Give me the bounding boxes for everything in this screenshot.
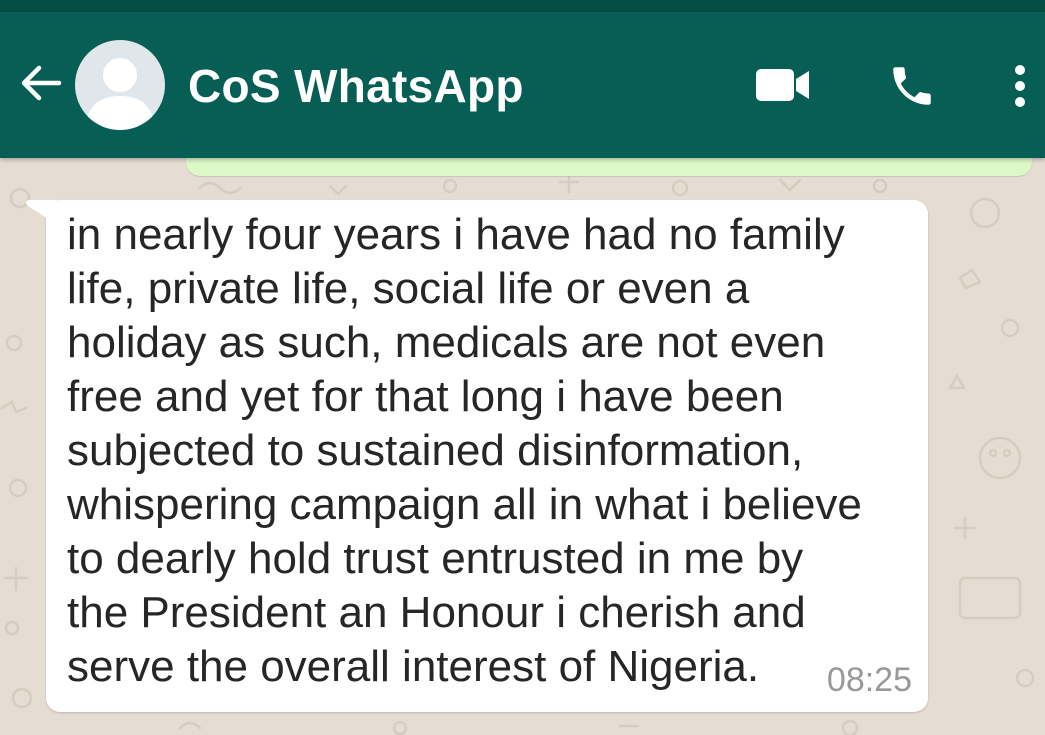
three-dot-menu-icon [1015,65,1025,107]
back-arrow-icon [21,65,62,101]
back-button[interactable] [14,56,68,110]
message-timestamp: 08:25 [826,661,912,699]
more-options-button[interactable] [998,56,1042,116]
phone-icon [893,67,931,105]
video-camera-icon [756,69,809,101]
chat-title[interactable]: CoS WhatsApp [188,60,524,112]
chat-area[interactable]: in nearly four years i have had no famil… [0,158,1045,735]
bubble-tail [26,200,56,224]
video-call-button[interactable] [748,60,818,110]
previous-outgoing-message[interactable] [186,158,1032,176]
default-contact-avatar-icon [85,58,155,130]
chat-header: CoS WhatsApp [0,12,1045,158]
message-text: in nearly four years i have had no famil… [67,210,862,691]
avatar[interactable] [75,40,165,130]
status-bar [0,0,1045,12]
incoming-message-bubble[interactable]: in nearly four years i have had no famil… [26,200,928,712]
voice-call-button[interactable] [880,56,944,116]
